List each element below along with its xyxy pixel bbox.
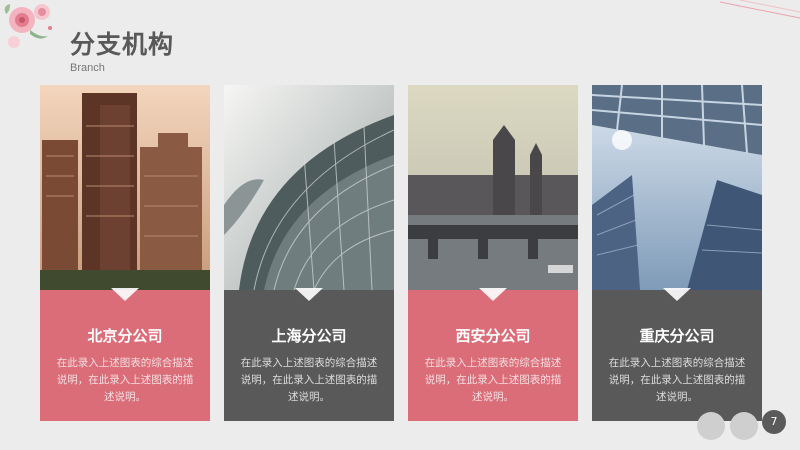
- branch-name: 西安分公司: [455, 327, 531, 345]
- page-subtitle: Branch: [70, 62, 105, 74]
- corner-line-decoration: [720, 0, 800, 19]
- page-number: 7: [762, 410, 786, 434]
- branch-name: 上海分公司: [271, 327, 347, 345]
- branch-name: 北京分公司: [87, 327, 163, 345]
- branch-card-beijing[interactable]: 北京分公司 在此录入上述图表的综合描述说明，在此录入上述图表的描述说明。: [40, 85, 210, 421]
- branch-name: 重庆分公司: [639, 327, 715, 345]
- floral-decoration-icon: [4, 4, 52, 48]
- xian-photo: [408, 85, 578, 290]
- slide: 分支机构 Branch 北京分公司 在此录入上述图表的综合描述说明，在此录入上述…: [0, 0, 800, 450]
- branch-description: 在此录入上述图表的综合描述说明，在此录入上述图表的描述说明。: [56, 357, 194, 403]
- branch-description: 在此录入上述图表的综合描述说明，在此录入上述图表的描述说明。: [240, 357, 378, 403]
- branch-description: 在此录入上述图表的综合描述说明，在此录入上述图表的描述说明。: [424, 357, 562, 403]
- shanghai-photo: [224, 85, 394, 290]
- pointer-notch: [663, 288, 691, 301]
- branch-card-shanghai[interactable]: 上海分公司 在此录入上述图表的综合描述说明，在此录入上述图表的描述说明。: [224, 85, 394, 421]
- pointer-notch: [479, 288, 507, 301]
- pointer-notch: [111, 288, 139, 301]
- beijing-photo: [40, 85, 210, 290]
- branch-card-chongqing[interactable]: 重庆分公司 在此录入上述图表的综合描述说明，在此录入上述图表的描述说明。: [592, 85, 762, 421]
- branch-description: 在此录入上述图表的综合描述说明，在此录入上述图表的描述说明。: [608, 357, 746, 403]
- chongqing-photo: [592, 85, 762, 290]
- decorative-circle: [730, 412, 758, 440]
- pointer-notch: [295, 288, 323, 301]
- decorative-circle: [697, 412, 725, 440]
- page-title: 分支机构: [70, 30, 175, 59]
- branch-card-xian[interactable]: 西安分公司 在此录入上述图表的综合描述说明，在此录入上述图表的描述说明。: [408, 85, 578, 421]
